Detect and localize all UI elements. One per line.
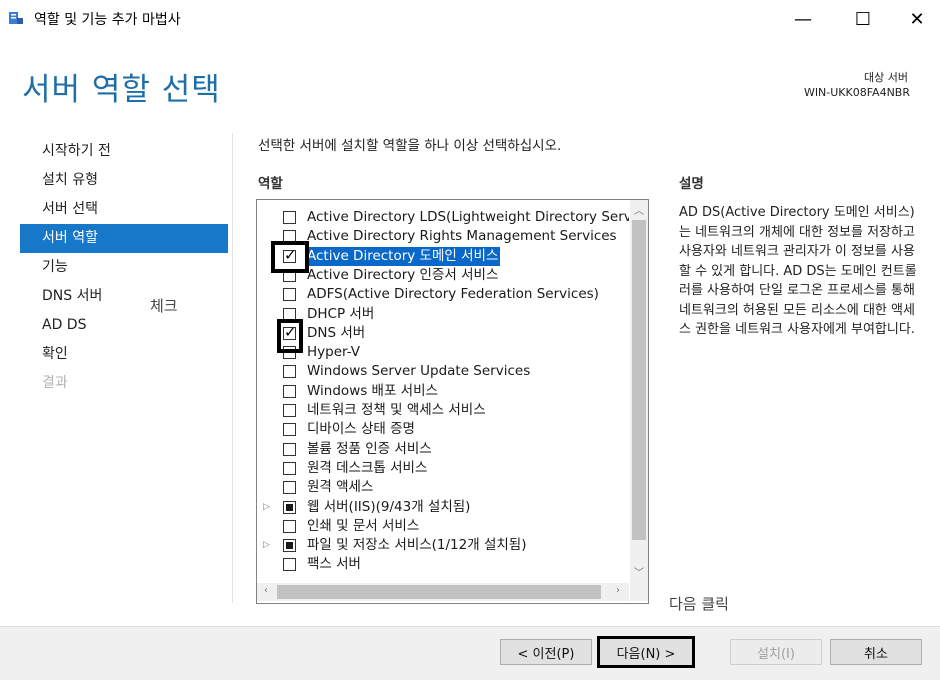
role-row[interactable]: DNS 서버 — [257, 323, 629, 343]
nav-item-server-roles[interactable]: 서버 역할 — [20, 224, 228, 253]
description-heading: 설명 — [679, 176, 704, 192]
target-server-label: 대상 서버 — [864, 71, 908, 84]
role-row[interactable]: Windows 배포 서비스 — [257, 382, 629, 401]
window-title: 역할 및 기능 추가 마법사 — [34, 12, 181, 28]
target-server-value: WIN-UKK08FA4NBR — [803, 86, 910, 99]
role-checkbox[interactable] — [283, 461, 296, 475]
role-row[interactable]: Active Directory Rights Management Servi… — [257, 227, 629, 246]
page-title: 서버 역할 선택 — [22, 72, 221, 108]
role-checkbox[interactable] — [283, 539, 296, 553]
role-row[interactable]: 원격 액세스 — [257, 478, 629, 497]
close-icon: ✕ — [909, 8, 925, 30]
role-row[interactable]: Active Directory 도메인 서비스 — [257, 246, 629, 266]
minimize-icon: — — [794, 8, 812, 30]
role-row[interactable]: ▷ 파일 및 저장소 서비스(1/12개 설치됨) — [257, 536, 629, 555]
role-row[interactable]: 네트워크 정책 및 액세스 서비스 — [257, 401, 629, 420]
role-row[interactable]: Windows Server Update Services — [257, 362, 629, 381]
role-checkbox[interactable] — [283, 558, 296, 572]
role-description: AD DS(Active Directory 도메인 서비스)는 네트워크의 개… — [679, 205, 917, 337]
role-checkbox[interactable] — [283, 442, 296, 456]
role-row[interactable]: 인쇄 및 문서 서비스 — [257, 517, 629, 536]
role-row[interactable]: DHCP 서버 — [257, 305, 629, 324]
highlight-box-ad-ds — [271, 241, 309, 273]
role-label: Hyper-V — [307, 344, 361, 361]
role-row[interactable]: 디바이스 상태 증명 — [257, 420, 629, 439]
close-button[interactable]: ✕ — [894, 4, 940, 34]
horizontal-scrollbar[interactable]: ‹ › — [257, 583, 629, 601]
role-checkbox[interactable] — [283, 404, 296, 417]
roles-list[interactable]: Active Directory LDS(Lightweight Directo… — [256, 199, 649, 604]
highlight-box-dns — [277, 319, 303, 353]
role-label: 인쇄 및 문서 서비스 — [307, 517, 420, 534]
roles-heading: 역할 — [258, 176, 283, 192]
role-label: Active Directory LDS(Lightweight Directo… — [307, 209, 629, 225]
maximize-button[interactable]: ☐ — [840, 4, 886, 34]
role-row[interactable]: Active Directory 인증서 서비스 — [257, 266, 629, 285]
expand-arrow-icon[interactable]: ▷ — [263, 540, 270, 550]
role-label: Active Directory 도메인 서비스 — [305, 246, 501, 266]
role-label: Active Directory 인증서 서비스 — [307, 266, 499, 283]
role-row[interactable]: ADFS(Active Directory Federation Service… — [257, 285, 629, 304]
check-annotation: 체크 — [150, 297, 178, 315]
role-label: DHCP 서버 — [307, 305, 375, 322]
scrollbar-corner — [630, 583, 648, 601]
role-label: 원격 데스크톱 서비스 — [307, 459, 428, 476]
role-checkbox[interactable] — [283, 211, 296, 224]
role-label: 팩스 서버 — [307, 556, 361, 573]
role-row[interactable]: Hyper-V — [257, 343, 629, 362]
role-row[interactable]: 팩스 서버 — [257, 555, 629, 574]
nav-item-ad-ds[interactable]: AD DS — [20, 311, 228, 340]
cancel-button[interactable]: 취소 — [830, 639, 922, 665]
nav-item-results: 결과 — [42, 375, 68, 391]
server-manager-icon — [9, 12, 23, 24]
previous-button[interactable]: < 이전(P) — [500, 639, 592, 665]
roles-list-items: Active Directory LDS(Lightweight Directo… — [257, 200, 629, 583]
maximize-icon: ☐ — [854, 8, 872, 30]
vertical-scrollbar[interactable]: ︿ ﹀ — [630, 200, 648, 583]
role-checkbox[interactable] — [283, 423, 296, 437]
role-checkbox[interactable] — [283, 288, 296, 302]
role-row[interactable]: Active Directory LDS(Lightweight Directo… — [257, 208, 629, 227]
role-label: Active Directory Rights Management Servi… — [307, 228, 617, 245]
role-label: 웹 서버(IIS)(9/43개 설치됨) — [307, 498, 471, 515]
role-label: DNS 서버 — [307, 324, 366, 341]
role-checkbox[interactable] — [283, 365, 296, 379]
role-label: Windows 배포 서비스 — [307, 382, 438, 399]
role-checkbox[interactable] — [283, 500, 296, 514]
horizontal-scroll-thumb[interactable] — [277, 585, 601, 599]
scroll-left-icon[interactable]: ‹ — [257, 585, 275, 596]
role-checkbox[interactable] — [283, 384, 296, 398]
scroll-right-icon[interactable]: › — [609, 585, 627, 596]
nav-item-dns-server[interactable]: DNS 서버 — [20, 282, 228, 311]
nav-item-installation-type[interactable]: 설치 유형 — [20, 166, 228, 195]
nav-item-features[interactable]: 기능 — [20, 253, 228, 282]
expand-arrow-icon[interactable]: ▷ — [263, 502, 270, 512]
scroll-up-icon[interactable]: ︿ — [630, 202, 648, 217]
wizard-nav: 시작하기 전 설치 유형 서버 선택 서버 역할 기능 DNS 서버 AD DS… — [20, 137, 228, 398]
role-label: 원격 액세스 — [307, 479, 374, 496]
next-button[interactable]: 다음(N) > — [597, 636, 695, 668]
role-checkbox[interactable] — [283, 519, 296, 533]
minimize-button[interactable]: — — [780, 4, 826, 34]
role-label: ADFS(Active Directory Federation Service… — [307, 286, 599, 303]
role-label: 네트워크 정책 및 액세스 서비스 — [307, 402, 486, 418]
scroll-down-icon[interactable]: ﹀ — [630, 564, 648, 579]
title-bar: 역할 및 기능 추가 마법사 — ☐ ✕ — [0, 0, 940, 38]
nav-item-before-you-begin[interactable]: 시작하기 전 — [20, 137, 228, 166]
role-row[interactable]: 원격 데스크톱 서비스 — [257, 459, 629, 478]
nav-item-server-selection[interactable]: 서버 선택 — [20, 195, 228, 224]
role-row[interactable]: ▷ 웹 서버(IIS)(9/43개 설치됨) — [257, 498, 629, 517]
role-label: Windows Server Update Services — [307, 363, 531, 380]
next-annotation: 다음 클릭 — [669, 595, 729, 613]
role-label: 볼륨 정품 인증 서비스 — [307, 440, 432, 457]
nav-item-confirmation[interactable]: 확인 — [20, 340, 228, 369]
vertical-scroll-thumb[interactable] — [632, 220, 646, 540]
instruction-text: 선택한 서버에 설치할 역할을 하나 이상 선택하십시오. — [258, 138, 562, 154]
nav-divider — [232, 133, 233, 603]
role-checkbox[interactable] — [283, 481, 296, 495]
role-label: 디바이스 상태 증명 — [307, 421, 415, 438]
role-row[interactable]: 볼륨 정품 인증 서비스 — [257, 440, 629, 459]
install-button: 설치(I) — [730, 639, 822, 665]
role-label: 파일 및 저장소 서비스(1/12개 설치됨) — [307, 537, 527, 554]
